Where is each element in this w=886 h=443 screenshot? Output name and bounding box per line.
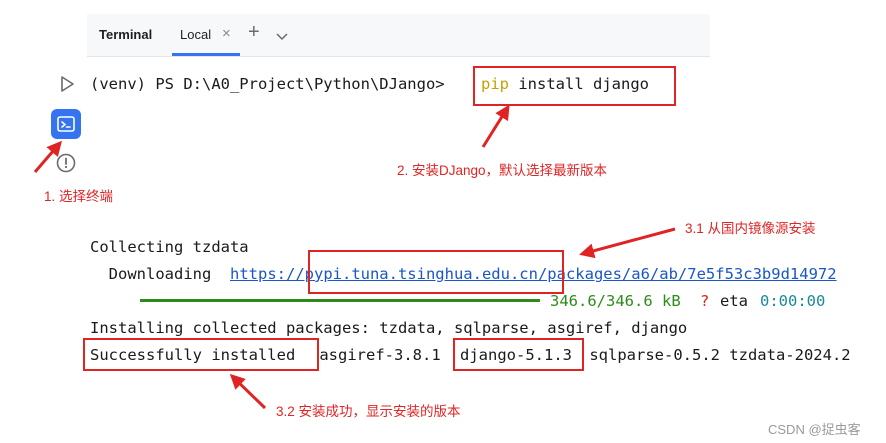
annotation-step2: 2. 安装DJango，默认选择最新版本: [397, 163, 608, 178]
watermark: CSDN @捉虫客: [768, 422, 861, 437]
arrow-step31: [579, 227, 676, 259]
annotation-step1: 1. 选择终端: [44, 189, 114, 204]
annotation-step32: 3.2 安装成功，显示安装的版本: [276, 404, 461, 419]
arrow-step32: [229, 373, 267, 410]
annotation-step31: 3.1 从国内镜像源安装: [685, 221, 816, 236]
arrow-step2: [481, 104, 510, 148]
arrow-step1: [33, 140, 62, 173]
